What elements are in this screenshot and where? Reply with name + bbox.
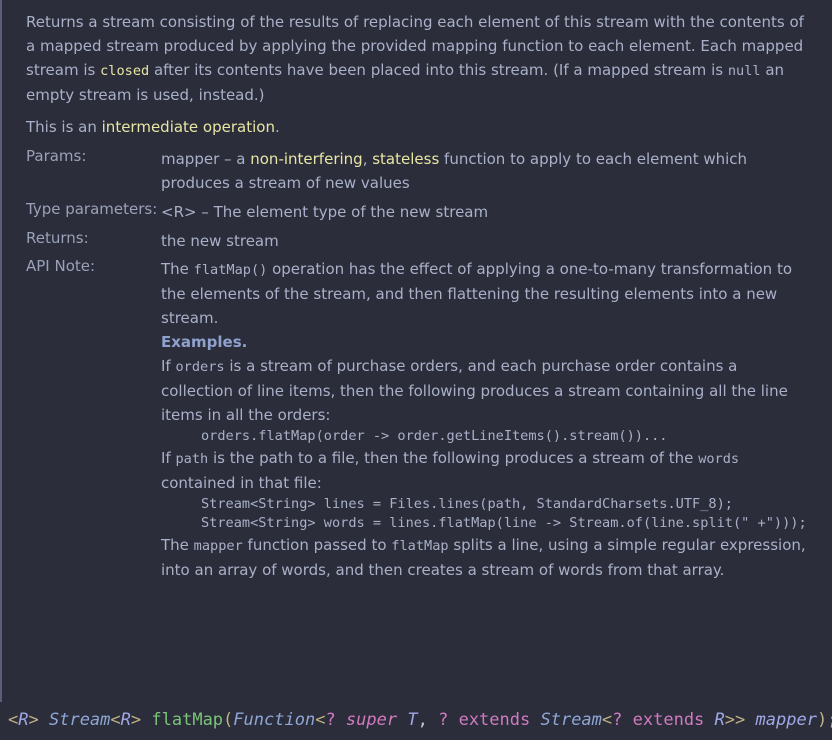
params-label: Params: bbox=[26, 147, 87, 165]
params-section: Params: mapper – a non-interfering, stat… bbox=[26, 147, 812, 195]
null-code: null bbox=[727, 63, 761, 79]
function-type[interactable]: Function bbox=[233, 710, 315, 730]
flatmap-method-name[interactable]: flatMap bbox=[151, 710, 223, 730]
type-parameters-label: Type parameters: bbox=[26, 200, 158, 218]
stateless-link[interactable]: stateless bbox=[372, 150, 439, 168]
returns-value: the new stream bbox=[161, 232, 279, 250]
mapper-code: mapper bbox=[193, 538, 243, 554]
api-note-section: API Note: The flatMap() operation has th… bbox=[26, 257, 812, 582]
code-example-words: Stream<String> lines = Files.lines(path,… bbox=[161, 495, 812, 533]
params-value: mapper – a non-interfering, stateless fu… bbox=[161, 150, 748, 192]
non-interfering-link[interactable]: non-interfering bbox=[250, 150, 362, 168]
operation-note: This is an intermediate operation. bbox=[26, 118, 280, 136]
api-note-paragraph: The flatMap() operation has the effect o… bbox=[161, 260, 792, 327]
examples-heading: Examples. bbox=[161, 333, 248, 351]
closed-link[interactable]: closed bbox=[100, 63, 149, 79]
example-paragraph-mapper: The mapper function passed to flatMap sp… bbox=[161, 536, 806, 579]
mapper-parameter: mapper bbox=[755, 710, 817, 730]
flatmap-code: flatMap() bbox=[193, 262, 268, 278]
orders-code: orders bbox=[175, 359, 225, 375]
code-line-lines: Stream<String> lines = Files.lines(path,… bbox=[201, 496, 733, 512]
description-paragraph: Returns a stream consisting of the resul… bbox=[26, 13, 804, 104]
method-signature[interactable]: <R> Stream<R> flatMap(Function<? super T… bbox=[8, 704, 832, 736]
code-example-orders: orders.flatMap(order -> order.getLineIte… bbox=[201, 428, 668, 444]
api-note-value: The flatMap() operation has the effect o… bbox=[161, 257, 812, 582]
flatmap-code-2: flatMap bbox=[391, 538, 449, 554]
type-parameters-section: Type parameters: <R> – The element type … bbox=[26, 200, 812, 224]
words-code: words bbox=[698, 451, 740, 467]
api-note-label: API Note: bbox=[26, 257, 96, 275]
stream-type[interactable]: Stream bbox=[49, 710, 110, 730]
stream-type-2[interactable]: Stream bbox=[540, 710, 601, 730]
intermediate-operation-link[interactable]: intermediate operation bbox=[102, 118, 275, 136]
path-code: path bbox=[175, 451, 209, 467]
returns-section: Returns: the new stream bbox=[26, 229, 812, 253]
code-line-words: Stream<String> words = lines.flatMap(lin… bbox=[201, 515, 807, 531]
javadoc-popup: Returns a stream consisting of the resul… bbox=[0, 0, 832, 702]
example-paragraph-path: If path is the path to a file, then the … bbox=[161, 449, 740, 492]
example-paragraph-orders: If orders is a stream of purchase orders… bbox=[161, 357, 788, 424]
type-parameters-value: <R> – The element type of the new stream bbox=[161, 203, 489, 221]
returns-label: Returns: bbox=[26, 229, 89, 247]
